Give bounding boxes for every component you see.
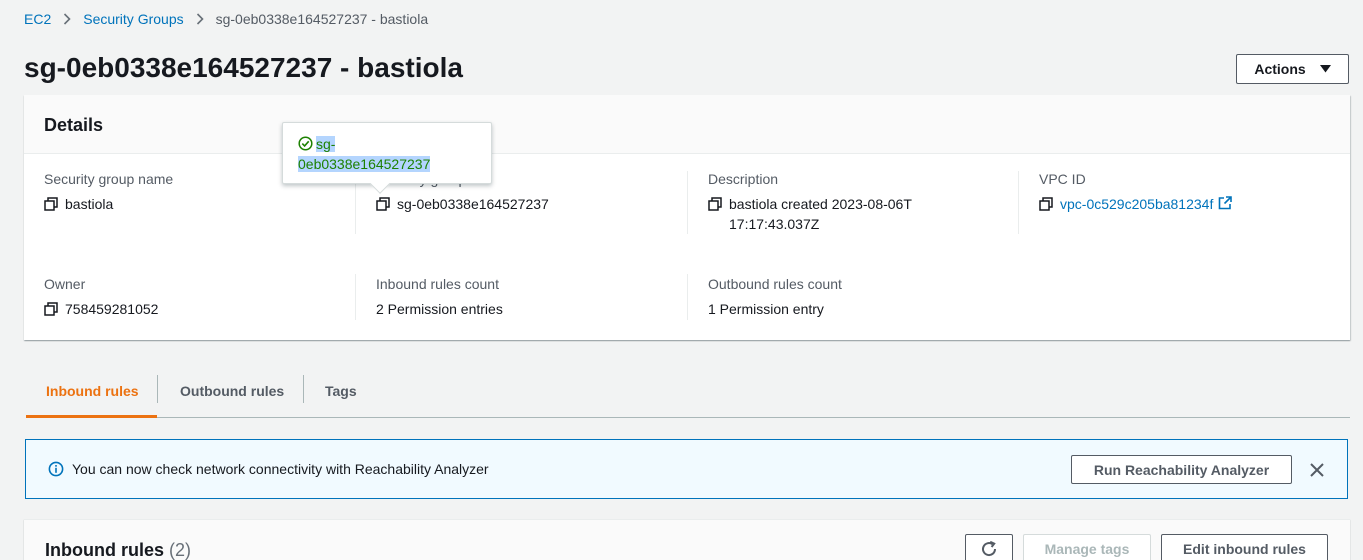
edit-inbound-rules-button[interactable]: Edit inbound rules	[1161, 534, 1328, 560]
sg-name-value: bastiola	[44, 194, 113, 214]
breadcrumb-ec2[interactable]: EC2	[24, 11, 51, 27]
inbound-rules-count: (2)	[169, 540, 192, 560]
tab-divider	[303, 375, 304, 403]
column-divider	[355, 274, 356, 320]
tab-divider	[157, 375, 158, 403]
manage-tags-button[interactable]: Manage tags	[1023, 534, 1151, 560]
column-divider	[1018, 171, 1019, 234]
run-reachability-analyzer-button[interactable]: Run Reachability Analyzer	[1071, 455, 1292, 484]
copy-icon[interactable]	[708, 197, 723, 212]
refresh-icon	[980, 540, 998, 558]
column-divider	[687, 171, 688, 234]
copy-icon[interactable]	[1039, 197, 1054, 212]
copy-icon[interactable]	[44, 302, 59, 317]
actions-button-label: Actions	[1254, 61, 1306, 77]
copy-icon[interactable]	[44, 197, 59, 212]
tooltip-line2: 0eb0338e164527237	[298, 156, 431, 172]
copied-tooltip: sg- 0eb0338e164527237	[282, 122, 492, 194]
tab-outbound-rules[interactable]: Outbound rules	[180, 364, 284, 418]
info-icon	[48, 461, 64, 477]
tooltip-line1: sg-	[316, 136, 336, 152]
column-divider	[687, 274, 688, 320]
tab-bar: Inbound rules Outbound rules Tags	[26, 364, 1350, 418]
description-label: Description	[708, 171, 779, 187]
tooltip-content: sg- 0eb0338e164527237	[298, 134, 478, 174]
details-header: Details	[24, 95, 1350, 154]
external-link-icon[interactable]	[1218, 196, 1233, 210]
sg-name-text: bastiola	[65, 196, 114, 212]
owner-text: 758459281052	[65, 301, 159, 317]
description-value: bastiola created 2023-08-06T17:17:43.037…	[708, 194, 918, 234]
banner-message: You can now check network connectivity w…	[72, 461, 489, 477]
sg-id-text: sg-0eb0338e164527237	[397, 196, 549, 212]
owner-value: 758459281052	[44, 299, 158, 319]
tab-inbound-rules[interactable]: Inbound rules	[46, 364, 139, 418]
outbound-count-label: Outbound rules count	[708, 276, 842, 292]
tab-tags[interactable]: Tags	[325, 364, 357, 418]
vpc-id-link[interactable]: vpc-0c529c205ba81234f	[1060, 194, 1213, 214]
inbound-rules-title-text: Inbound rules	[45, 540, 164, 560]
description-text: bastiola created 2023-08-06T17:17:43.037…	[729, 196, 912, 232]
chevron-right-icon	[196, 13, 204, 25]
refresh-button[interactable]	[965, 534, 1013, 560]
vpc-id-label: VPC ID	[1039, 171, 1086, 187]
chevron-right-icon	[63, 13, 71, 25]
details-panel: Details Security group name bastiola Sec…	[24, 95, 1350, 340]
active-tab-underline	[26, 415, 157, 418]
inbound-count-label: Inbound rules count	[376, 276, 499, 292]
sg-name-label: Security group name	[44, 171, 174, 187]
inbound-count-value: 2 Permission entries	[376, 301, 503, 317]
check-circle-icon	[298, 136, 313, 151]
breadcrumb: EC2 Security Groups sg-0eb0338e164527237…	[24, 10, 428, 28]
copy-icon[interactable]	[376, 197, 391, 212]
inbound-rules-title: Inbound rules (2)	[45, 540, 191, 560]
breadcrumb-current: sg-0eb0338e164527237 - bastiola	[215, 11, 429, 27]
sg-id-value: sg-0eb0338e164527237	[376, 194, 549, 214]
inbound-rules-panel	[24, 519, 1350, 560]
breadcrumb-security-groups[interactable]: Security Groups	[83, 11, 183, 27]
caret-down-icon	[1319, 65, 1331, 73]
details-title: Details	[44, 115, 104, 135]
owner-label: Owner	[44, 276, 86, 292]
close-icon[interactable]	[1307, 460, 1327, 480]
outbound-count-value: 1 Permission entry	[708, 301, 824, 317]
vpc-id-value: vpc-0c529c205ba81234f	[1039, 194, 1233, 214]
page-title: sg-0eb0338e164527237 - bastiola	[24, 52, 463, 83]
actions-button[interactable]: Actions	[1236, 54, 1349, 84]
